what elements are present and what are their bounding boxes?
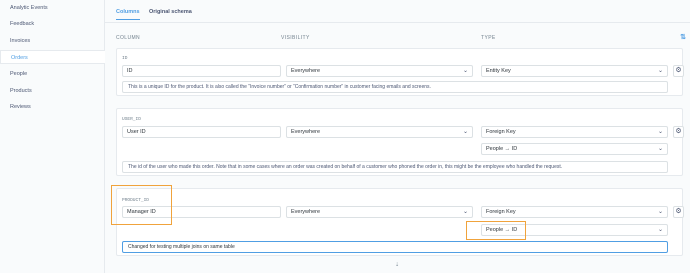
visibility-select[interactable]: Everywhere ⌄ <box>286 206 473 218</box>
visibility-select[interactable]: Everywhere ⌄ <box>286 65 473 77</box>
type-value: Foreign Key <box>486 129 516 135</box>
sidebar-item-label: People <box>10 71 28 77</box>
chevron-down-icon: ⌄ <box>657 209 663 215</box>
visibility-header: VISIBILITY <box>281 35 310 41</box>
visibility-select[interactable]: Everywhere ⌄ <box>286 126 473 138</box>
field-name: USER_ID <box>122 117 141 122</box>
sidebar-item-people[interactable]: People <box>0 67 104 81</box>
type-value: Foreign Key <box>486 209 516 215</box>
visibility-value: Everywhere <box>291 68 321 74</box>
gear-icon[interactable]: ⚙ <box>673 206 684 218</box>
field-name: ID <box>122 56 128 61</box>
sidebar: Analytic Events Feedback Invoices Orders… <box>0 0 105 273</box>
divider <box>105 22 690 23</box>
highlight-box <box>111 185 172 225</box>
chevron-down-icon: ⌄ <box>657 146 663 152</box>
sidebar-item-label: Invoices <box>10 38 31 44</box>
highlight-box <box>466 221 526 240</box>
sidebar-item-feedback[interactable]: Feedback <box>0 17 104 31</box>
description-text: Changed for testing multiple joins on sa… <box>128 244 235 250</box>
type-select[interactable]: Entity Key ⌄ <box>481 65 668 77</box>
chevron-down-icon: ⌄ <box>657 227 663 233</box>
target-select[interactable]: People → ID ⌄ <box>481 143 668 155</box>
main-panel: Columns Original schema COLUMN VISIBILIT… <box>105 0 690 273</box>
sidebar-item-products[interactable]: Products <box>0 84 104 98</box>
sidebar-item-label: Feedback <box>10 21 35 27</box>
sidebar-item-analytic-events[interactable]: Analytic Events <box>0 1 104 15</box>
target-value: People → ID <box>486 146 518 152</box>
type-select[interactable]: Foreign Key ⌄ <box>481 126 668 138</box>
visibility-value: Everywhere <box>291 209 321 215</box>
column-header: COLUMN <box>116 35 141 41</box>
field-row: PRODUCT_ID Manager ID Everywhere ⌄ Forei… <box>116 188 684 256</box>
type-select[interactable]: Foreign Key ⌄ <box>481 206 668 218</box>
sidebar-item-label: Reviews <box>10 104 31 110</box>
sidebar-item-orders[interactable]: Orders <box>0 50 105 64</box>
field-row: USER_ID User ID Everywhere ⌄ Foreign Key… <box>116 108 684 176</box>
tab-columns[interactable]: Columns <box>116 6 140 20</box>
description-input[interactable]: Changed for testing multiple joins on sa… <box>122 241 668 253</box>
scroll-indicator: ⇣ <box>395 262 400 268</box>
chevron-down-icon: ⌄ <box>657 68 663 74</box>
sidebar-item-label: Analytic Events <box>10 5 48 11</box>
display-name-input[interactable]: ID <box>122 65 281 77</box>
description-input[interactable]: This is a unique ID for the product. It … <box>122 81 668 93</box>
visibility-value: Everywhere <box>291 129 321 135</box>
sidebar-item-label: Products <box>10 88 32 94</box>
gear-icon[interactable]: ⚙ <box>673 126 684 138</box>
sort-icon[interactable]: ⇅ <box>680 33 686 41</box>
display-name-input[interactable]: User ID <box>122 126 281 138</box>
sidebar-item-reviews[interactable]: Reviews <box>0 100 104 114</box>
tab-original-schema[interactable]: Original schema <box>149 6 192 20</box>
description-input[interactable]: The id of the user who made this order. … <box>122 161 668 173</box>
sidebar-item-invoices[interactable]: Invoices <box>0 34 104 48</box>
chevron-down-icon: ⌄ <box>462 209 468 215</box>
chevron-down-icon: ⌄ <box>657 129 663 135</box>
type-value: Entity Key <box>486 68 511 74</box>
chevron-down-icon: ⌄ <box>462 68 468 74</box>
gear-icon[interactable]: ⚙ <box>673 65 684 77</box>
chevron-down-icon: ⌄ <box>462 129 468 135</box>
sidebar-item-label: Orders <box>11 55 28 61</box>
field-row: ID ID Everywhere ⌄ Entity Key ⌄ ⚙ This i… <box>116 48 684 96</box>
type-header: TYPE <box>481 35 496 41</box>
